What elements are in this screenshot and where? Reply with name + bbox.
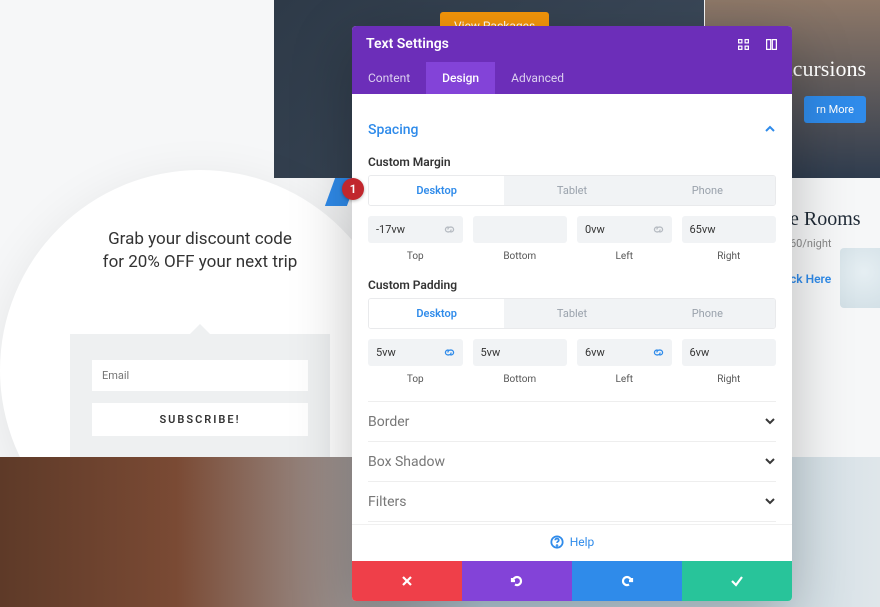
custom-margin-group: Custom Margin Desktop Tablet Phone xyxy=(368,155,776,262)
side-bottom-label: Bottom xyxy=(473,251,568,262)
side-left-label: Left xyxy=(577,374,672,385)
padding-right-input[interactable] xyxy=(682,339,777,366)
padding-device-tabs: Desktop Tablet Phone xyxy=(368,298,776,329)
side-bottom-label: Bottom xyxy=(473,374,568,385)
padding-device-desktop[interactable]: Desktop xyxy=(369,299,504,328)
text-settings-modal: Text Settings Content Design Advanced Sp… xyxy=(352,26,792,601)
section-spacing[interactable]: Spacing xyxy=(368,110,776,149)
side-top-label: Top xyxy=(368,251,463,262)
undo-button[interactable] xyxy=(462,561,572,601)
margin-device-tablet[interactable]: Tablet xyxy=(504,176,639,205)
help-icon xyxy=(550,535,564,549)
modal-actions xyxy=(352,561,792,601)
link-icon[interactable] xyxy=(652,346,666,360)
modal-body: Spacing Custom Margin Desktop Tablet Pho… xyxy=(352,94,792,524)
section-border-label: Border xyxy=(368,414,409,430)
cancel-button[interactable] xyxy=(352,561,462,601)
padding-bottom-input[interactable] xyxy=(473,339,568,366)
custom-margin-label: Custom Margin xyxy=(368,155,776,169)
padding-device-phone[interactable]: Phone xyxy=(640,299,775,328)
margin-device-desktop[interactable]: Desktop xyxy=(369,176,504,205)
save-button[interactable] xyxy=(682,561,792,601)
annotation-marker-1: 1 xyxy=(342,178,364,200)
tab-advanced[interactable]: Advanced xyxy=(495,62,580,94)
custom-padding-label: Custom Padding xyxy=(368,278,776,292)
chevron-down-icon xyxy=(764,492,776,511)
section-box-shadow[interactable]: Box Shadow xyxy=(368,441,776,481)
rooms-image xyxy=(840,248,880,308)
section-filters[interactable]: Filters xyxy=(368,481,776,521)
chevron-down-icon xyxy=(764,412,776,431)
margin-right-input[interactable] xyxy=(682,216,777,243)
tab-design[interactable]: Design xyxy=(426,62,495,94)
help-button[interactable]: Help xyxy=(352,524,792,561)
subscribe-form: SUBSCRIBE! xyxy=(70,334,330,458)
snap-icon[interactable] xyxy=(764,37,778,51)
section-filters-label: Filters xyxy=(368,494,407,510)
chevron-up-icon xyxy=(764,120,776,139)
discount-heading: Grab your discount code for 20% OFF your… xyxy=(103,228,298,274)
margin-bottom-input[interactable] xyxy=(473,216,568,243)
learn-more-button[interactable]: rn More xyxy=(804,96,866,123)
link-icon[interactable] xyxy=(443,346,457,360)
margin-device-phone[interactable]: Phone xyxy=(640,176,775,205)
chevron-down-icon xyxy=(764,452,776,471)
custom-padding-group: Custom Padding Desktop Tablet Phone xyxy=(368,278,776,385)
modal-title: Text Settings xyxy=(366,36,449,52)
padding-device-tablet[interactable]: Tablet xyxy=(504,299,639,328)
modal-tabs: Content Design Advanced xyxy=(352,62,792,94)
email-field[interactable] xyxy=(92,360,308,391)
section-spacing-label: Spacing xyxy=(368,122,419,138)
side-right-label: Right xyxy=(682,374,777,385)
redo-button[interactable] xyxy=(572,561,682,601)
link-icon[interactable] xyxy=(652,223,666,237)
expand-icon[interactable] xyxy=(736,37,750,51)
margin-device-tabs: Desktop Tablet Phone xyxy=(368,175,776,206)
tab-content[interactable]: Content xyxy=(352,62,426,94)
side-right-label: Right xyxy=(682,251,777,262)
side-left-label: Left xyxy=(577,251,672,262)
rooms-title: e Rooms xyxy=(790,208,880,231)
help-label: Help xyxy=(570,535,595,549)
subscribe-button[interactable]: SUBSCRIBE! xyxy=(92,403,308,436)
modal-header: Text Settings xyxy=(352,26,792,62)
link-icon[interactable] xyxy=(443,223,457,237)
section-border[interactable]: Border xyxy=(368,401,776,441)
section-box-shadow-label: Box Shadow xyxy=(368,454,445,470)
side-top-label: Top xyxy=(368,374,463,385)
